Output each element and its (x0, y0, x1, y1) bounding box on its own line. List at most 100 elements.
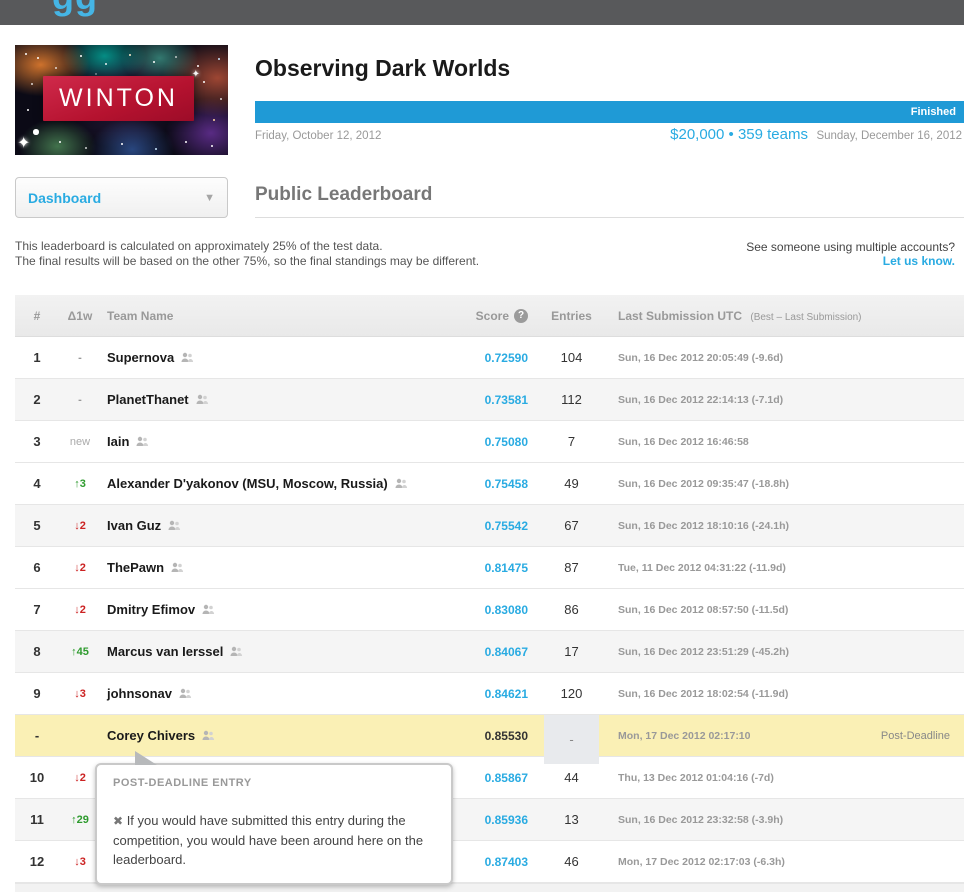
last-submission-cell: Sun, 16 Dec 2012 20:05:49 (-9.6d) (599, 337, 964, 378)
close-icon[interactable]: ✖ (113, 814, 123, 828)
score-cell[interactable]: 0.75542 (462, 505, 544, 546)
score-link[interactable]: 0.83080 (485, 603, 528, 617)
entries-cell: 46 (544, 841, 599, 882)
table-row[interactable]: 4 ↑3 Alexander D'yakonov (MSU, Moscow, R… (15, 463, 964, 505)
last-submission-value: Mon, 17 Dec 2012 02:17:03 (-6.3h) (618, 856, 785, 868)
rank-cell: 12 (15, 841, 59, 882)
score-cell[interactable]: 0.85530 (462, 715, 544, 756)
score-link[interactable]: 0.75458 (485, 477, 528, 491)
table-row[interactable]: 6 ↓2 ThePawn 0.81475 87 Tue, 11 Dec 2012… (15, 547, 964, 589)
table-row[interactable]: - Corey Chivers 0.85530 - Mon, 17 Dec 20… (15, 715, 964, 757)
entries-cell: 104 (544, 337, 599, 378)
last-submission-value: Sun, 16 Dec 2012 23:32:58 (-3.9h) (618, 814, 783, 826)
last-submission-value: Sun, 16 Dec 2012 09:35:47 (-18.8h) (618, 478, 789, 490)
table-row[interactable]: 5 ↓2 Ivan Guz 0.75542 67 Sun, 16 Dec 201… (15, 505, 964, 547)
winton-logo-text: WINTON (59, 84, 178, 113)
score-cell[interactable]: 0.84067 (462, 631, 544, 672)
last-submission-cell: Sun, 16 Dec 2012 23:51:29 (-45.2h) (599, 631, 964, 672)
score-cell[interactable]: 0.83080 (462, 589, 544, 630)
team-name-label: Dmitry Efimov (107, 602, 195, 617)
score-link[interactable]: 0.85867 (485, 771, 528, 785)
entries-value: 46 (564, 854, 578, 869)
last-submission-cell: Sun, 16 Dec 2012 23:32:58 (-3.9h) (599, 799, 964, 840)
score-cell[interactable]: 0.75458 (462, 463, 544, 504)
entries-value: 87 (564, 560, 578, 575)
dashboard-dropdown[interactable]: Dashboard ▼ (15, 177, 228, 218)
last-submission-value: Sun, 16 Dec 2012 20:05:49 (-9.6d) (618, 352, 783, 364)
tooltip-body-text: If you would have submitted this entry d… (113, 813, 423, 867)
team-members-icon (195, 394, 209, 406)
page: gg ✦ ✦ WINTON Observing Dark Worlds Fini… (0, 0, 964, 892)
score-link[interactable]: 0.81475 (485, 561, 528, 575)
header-last-submission-label: Last Submission UTC (618, 309, 742, 323)
rank-cell: 5 (15, 505, 59, 546)
team-name-label: Ivan Guz (107, 518, 161, 533)
header-team-name: Team Name (101, 295, 462, 336)
team-name-label: johnsonav (107, 686, 172, 701)
score-cell[interactable]: 0.84621 (462, 673, 544, 714)
end-date: Sunday, December 16, 2012 (816, 130, 962, 142)
score-link[interactable]: 0.84621 (485, 687, 528, 701)
tooltip-pointer (135, 751, 157, 765)
team-members-icon (201, 730, 215, 742)
team-name-label: Marcus van Ierssel (107, 644, 223, 659)
header-delta-1w: Δ1w (59, 295, 101, 336)
team-name-cell: ThePawn (101, 547, 462, 588)
score-link[interactable]: 0.87403 (485, 855, 528, 869)
score-link[interactable]: 0.72590 (485, 351, 528, 365)
team-name-cell: Ivan Guz (101, 505, 462, 546)
team-members-icon (170, 562, 184, 574)
team-name-cell: Supernova (101, 337, 462, 378)
last-submission-cell: Tue, 11 Dec 2012 04:31:22 (-11.9d) (599, 547, 964, 588)
team-members-icon (394, 478, 408, 490)
score-cell[interactable]: 0.72590 (462, 337, 544, 378)
tooltip-title: POST-DEADLINE ENTRY (113, 777, 435, 789)
header-score: Score ? (462, 295, 544, 336)
entries-cell: 86 (544, 589, 599, 630)
team-name-label: Alexander D'yakonov (MSU, Moscow, Russia… (107, 476, 388, 491)
entries-value: 112 (561, 392, 582, 407)
last-submission-value: Mon, 17 Dec 2012 02:17:10 (618, 730, 751, 742)
table-row[interactable]: 7 ↓2 Dmitry Efimov 0.83080 86 Sun, 16 De… (15, 589, 964, 631)
star-icon: ✦ (17, 133, 30, 153)
score-link[interactable]: 0.84067 (485, 645, 528, 659)
let-us-know-link[interactable]: Let us know. (883, 254, 955, 268)
table-row[interactable]: 8 ↑45 Marcus van Ierssel 0.84067 17 Sun,… (15, 631, 964, 673)
rank-cell: 3 (15, 421, 59, 462)
team-name-cell: Marcus van Ierssel (101, 631, 462, 672)
score-link[interactable]: 0.85530 (485, 729, 528, 743)
score-link[interactable]: 0.73581 (485, 393, 528, 407)
score-cell[interactable]: 0.75080 (462, 421, 544, 462)
table-row[interactable]: 3 new Iain 0.75080 7 Sun, 16 Dec 2012 16… (15, 421, 964, 463)
score-cell[interactable]: 0.73581 (462, 379, 544, 420)
competition-title: Observing Dark Worlds (255, 55, 510, 82)
team-members-icon (201, 604, 215, 616)
table-row[interactable]: 2 - PlanetThanet 0.73581 112 Sun, 16 Dec… (15, 379, 964, 421)
last-submission-cell: Sun, 16 Dec 2012 22:14:13 (-7.1d) (599, 379, 964, 420)
delta-1w-cell: ↓2 (59, 505, 101, 546)
delta-1w-cell: ↓3 (59, 673, 101, 714)
last-submission-cell: Sun, 16 Dec 2012 16:46:58 (599, 421, 964, 462)
table-row[interactable]: 9 ↓3 johnsonav 0.84621 120 Sun, 16 Dec 2… (15, 673, 964, 715)
score-link[interactable]: 0.75542 (485, 519, 528, 533)
score-cell[interactable]: 0.81475 (462, 547, 544, 588)
score-cell[interactable]: 0.87403 (462, 841, 544, 882)
table-row[interactable]: 1 - Supernova 0.72590 104 Sun, 16 Dec 20… (15, 337, 964, 379)
kaggle-logo[interactable]: gg (52, 0, 98, 18)
score-link[interactable]: 0.85936 (485, 813, 528, 827)
header-rank: # (15, 295, 59, 336)
score-link[interactable]: 0.75080 (485, 435, 528, 449)
competition-banner[interactable]: ✦ ✦ WINTON (15, 45, 228, 155)
competition-progress-bar: Finished (255, 101, 964, 123)
chevron-down-icon: ▼ (204, 192, 215, 204)
score-cell[interactable]: 0.85936 (462, 799, 544, 840)
team-name-cell: Corey Chivers (101, 715, 462, 756)
section-divider (255, 217, 964, 218)
entries-cell: 17 (544, 631, 599, 672)
help-icon[interactable]: ? (514, 309, 528, 323)
score-cell[interactable]: 0.85867 (462, 757, 544, 798)
dashboard-dropdown-label: Dashboard (28, 190, 101, 206)
delta-1w-cell: ↑3 (59, 463, 101, 504)
team-members-icon (178, 688, 192, 700)
delta-1w-cell: ↓2 (59, 589, 101, 630)
